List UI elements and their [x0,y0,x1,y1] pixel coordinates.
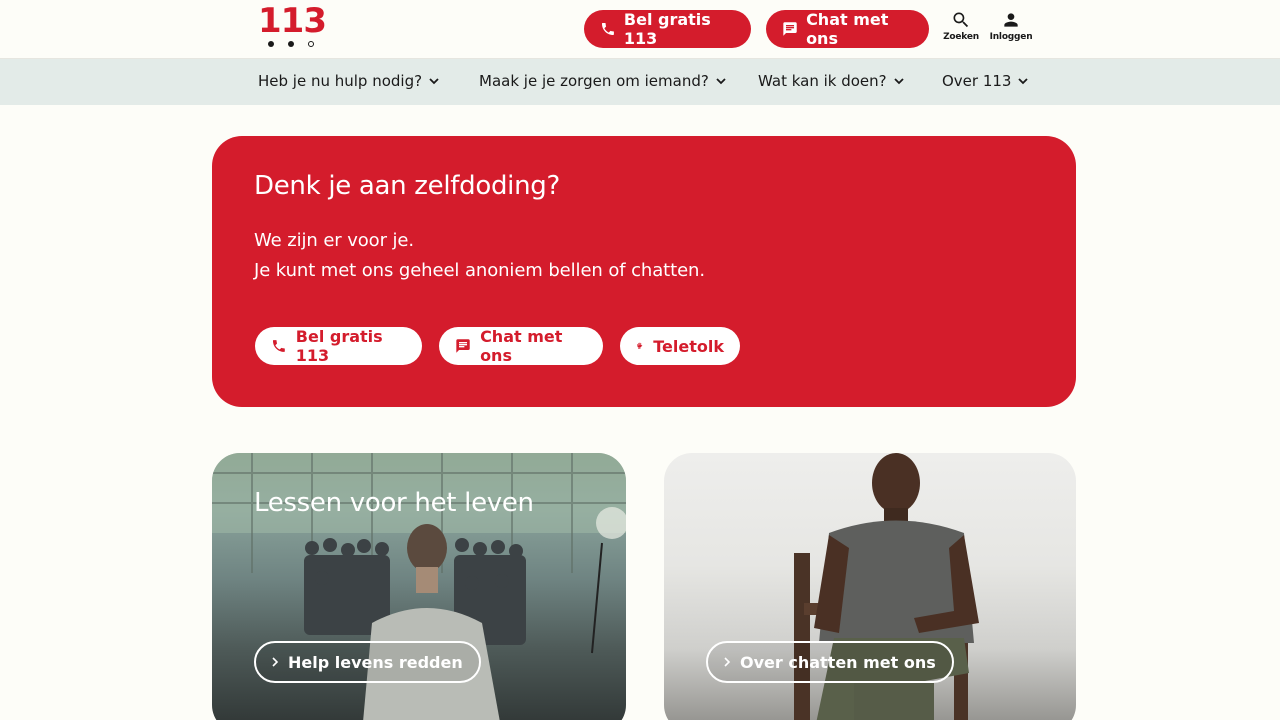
hero-call-button[interactable]: Bel gratis 113 [255,327,422,365]
site-header: 113 Bel gratis 113 Chat met ons Zoeken I… [0,0,1280,59]
nav-item-over-113[interactable]: Over 113 [942,72,1029,90]
card-button-label: Over chatten met ons [740,652,936,672]
crisis-hero-panel: Denk je aan zelfdoding? We zijn er voor … [212,136,1076,407]
chevron-down-icon [893,78,904,85]
chevron-down-icon [1018,78,1029,85]
hero-title: Denk je aan zelfdoding? [254,171,560,201]
help-levens-redden-button[interactable]: Help levens redden [254,641,481,683]
search-icon [953,12,969,28]
chat-button-label: Chat met ons [806,10,889,48]
login-button[interactable]: Inloggen [988,10,1034,42]
logo-dots [266,40,316,48]
nav-item-wat-kan-ik-doen[interactable]: Wat kan ik doen? [758,72,905,90]
nav-item-zorgen[interactable]: Maak je je zorgen om iemand? [479,72,727,90]
phone-icon [601,23,614,35]
card-lessen-voor-het-leven[interactable]: Lessen voor het leven Help levens redden [212,453,626,720]
hero-teletolk-label: Teletolk [653,336,724,356]
logo-113[interactable]: 113 [258,1,327,50]
card-button-label: Help levens redden [288,652,463,672]
chevron-right-icon [724,657,731,667]
chat-icon [783,22,797,36]
hero-chat-button[interactable]: Chat met ons [439,327,603,365]
chat-button[interactable]: Chat met ons [766,10,929,48]
nav-item-label: Wat kan ik doen? [758,72,887,90]
chat-icon [456,339,470,353]
nav-item-label: Over 113 [942,72,1012,90]
chevron-down-icon [429,78,439,85]
search-button[interactable]: Zoeken [938,10,984,42]
main-navigation: Heb je nu hulp nodig? Maak je je zorgen … [0,59,1280,105]
login-label: Inloggen [989,32,1033,42]
hero-teletolk-button[interactable]: Teletolk [620,327,740,365]
over-chatten-button[interactable]: Over chatten met ons [706,641,954,683]
search-label: Zoeken [943,32,979,42]
nav-item-hulp[interactable]: Heb je nu hulp nodig? [258,72,440,90]
person-icon [1004,13,1018,27]
nav-item-label: Heb je nu hulp nodig? [258,72,423,90]
hero-call-label: Bel gratis 113 [295,327,383,365]
call-button-label: Bel gratis 113 [623,10,711,48]
hero-line-2: Je kunt met ons geheel anoniem bellen of… [254,260,705,281]
logo-number: 113 [258,1,327,41]
hero-chat-label: Chat met ons [480,327,563,365]
card-title: Lessen voor het leven [254,488,534,518]
card-chatten[interactable]: Over chatten met ons [664,453,1076,720]
call-button[interactable]: Bel gratis 113 [584,10,751,48]
phone-icon [272,340,285,352]
chevron-down-icon [716,78,726,85]
hero-line-1: We zijn er voor je. [254,230,415,251]
sign-language-icon [637,342,643,349]
nav-item-label: Maak je je zorgen om iemand? [479,72,709,90]
chevron-right-icon [272,657,279,667]
